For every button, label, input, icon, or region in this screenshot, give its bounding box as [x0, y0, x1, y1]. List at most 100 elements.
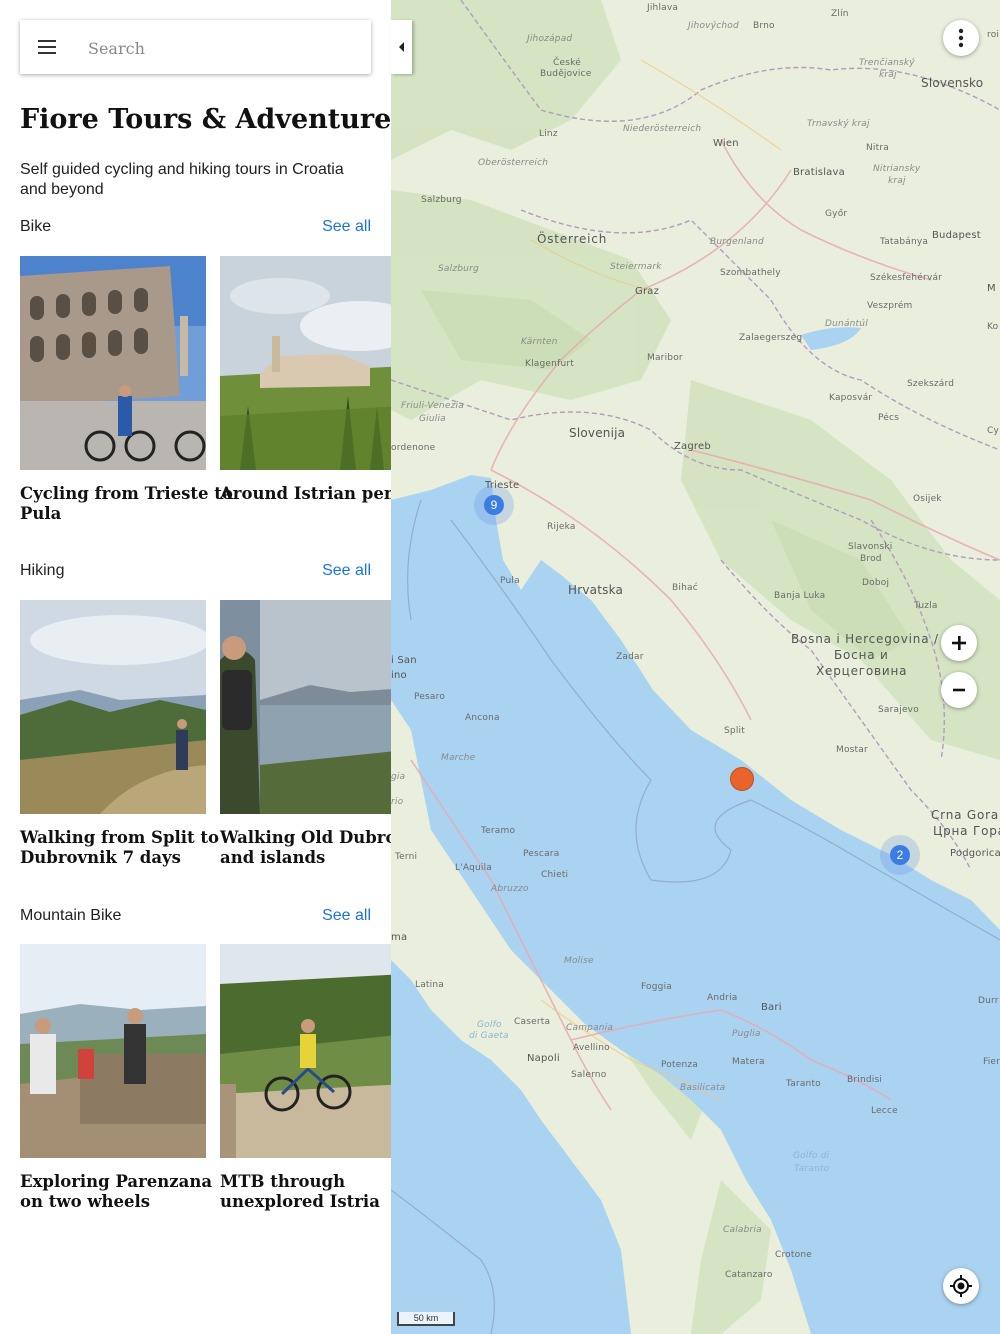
map-label: Bihać	[672, 583, 698, 593]
map-label: Pescara	[523, 849, 560, 859]
see-all-bike-link[interactable]: See all	[322, 218, 371, 236]
map-label: Oberösterreich	[478, 158, 549, 168]
map-label: Matera	[732, 1057, 765, 1067]
map-view[interactable]: Jihlava Zlín Jihovýchod Brno Jihozápad Č…	[391, 0, 1000, 1334]
section-header-bike: Bike See all	[20, 218, 371, 240]
collapse-panel-button[interactable]	[391, 20, 412, 74]
zoom-in-button[interactable]	[941, 625, 977, 661]
map-label: Zlín	[831, 9, 849, 19]
map-label: Golfo	[477, 1020, 502, 1030]
tour-photo	[20, 944, 206, 1158]
map-label: Fier	[983, 1057, 1000, 1067]
map-label: ordenone	[391, 443, 436, 453]
search-input[interactable]	[86, 34, 360, 62]
map-label: Dunántúl	[825, 319, 868, 329]
map-label: Calabria	[723, 1225, 762, 1235]
tour-title: Walking Old Dubrovnik and islands	[220, 828, 391, 867]
page-subtitle: Self guided cycling and hiking tours in …	[20, 161, 344, 198]
my-location-button[interactable]	[943, 1268, 979, 1304]
map-label: ino	[391, 670, 407, 681]
map-label: Campania	[566, 1023, 614, 1033]
map-label: Marche	[441, 753, 476, 763]
map-label: di Gaeta	[469, 1031, 509, 1041]
map-label: Ancona	[465, 713, 500, 723]
map-label: Kärnten	[521, 337, 558, 347]
map-label: Херцеговина	[816, 664, 908, 678]
map-label: Mostar	[836, 745, 868, 755]
map-cluster-marker[interactable]: 9	[474, 485, 514, 525]
tour-card[interactable]: Walking from Split to Dubrovnik 7 days	[20, 600, 220, 868]
map-label: Catanzaro	[725, 1270, 773, 1280]
tour-title: MTB through unexplored Istria	[220, 1172, 380, 1211]
tour-card[interactable]: MTB through unexplored Istria	[220, 944, 391, 1212]
map-label: Wien	[713, 138, 739, 149]
hamburger-menu-icon[interactable]	[38, 40, 56, 54]
map-label: gia	[391, 772, 406, 782]
map-label: Osijek	[913, 494, 942, 504]
map-label: Tuzla	[914, 601, 938, 611]
map-label: Molise	[564, 956, 594, 966]
map-label: Burgenland	[710, 237, 764, 247]
map-label: Caserta	[514, 1017, 551, 1027]
map-label: Црна Гора	[933, 824, 1000, 838]
tour-card[interactable]: Walking Old Dubrovnik and islands	[220, 600, 391, 868]
cluster-count: 2	[890, 845, 910, 865]
tour-title: Walking from Split to Dubrovnik 7 days	[20, 828, 220, 867]
map-label: kraj	[888, 176, 906, 186]
map-label: Pécs	[878, 413, 900, 423]
map-label: Steiermark	[610, 262, 662, 272]
map-label: Kaposvár	[829, 393, 873, 403]
map-label: ma	[391, 932, 408, 943]
map-label: Győr	[825, 209, 848, 219]
tour-title: Around Istrian peninsula	[220, 484, 391, 503]
tour-photo	[20, 256, 206, 470]
map-label: Trnavský kraj	[807, 119, 870, 129]
map-label: Lecce	[871, 1106, 898, 1116]
map-label: Zadar	[616, 652, 644, 662]
map-label: Foggia	[641, 982, 673, 992]
map-label: Latina	[415, 980, 444, 990]
tour-card[interactable]: Around Istrian peninsula	[220, 256, 391, 504]
map-label: Jihozápad	[527, 34, 573, 44]
map-label: Puglia	[732, 1029, 761, 1039]
map-label: Slovensko	[921, 76, 984, 90]
map-label: Doboj	[862, 578, 890, 588]
tour-title: Exploring Parenzana on two wheels	[20, 1172, 213, 1211]
map-label: Nitra	[866, 143, 889, 153]
map-label: Maribor	[647, 353, 683, 363]
map-label: L'Aquila	[455, 863, 493, 873]
map-label: Giulia	[419, 414, 446, 424]
map-label: Basilicata	[680, 1083, 726, 1093]
map-label: Chieti	[541, 870, 569, 880]
map-label: Budapest	[932, 230, 981, 241]
map-label: Friuli-Venezia	[401, 401, 464, 411]
map-label: Salzburg	[438, 264, 479, 274]
see-all-mountain-bike-link[interactable]: See all	[322, 907, 371, 925]
map-label: Durr	[978, 996, 999, 1006]
map-label: Teramo	[481, 826, 516, 836]
chevron-left-icon	[398, 42, 404, 52]
plus-icon	[952, 636, 966, 650]
tour-card[interactable]: Cycling from Trieste to Pula	[20, 256, 233, 524]
tour-photo	[220, 256, 391, 470]
map-label: Székesfehérvár	[870, 273, 943, 283]
map-label: Salerno	[571, 1070, 607, 1080]
map-label: Brno	[753, 21, 775, 31]
minus-icon	[953, 688, 965, 692]
map-label: Hrvatska	[568, 583, 624, 597]
tour-card[interactable]: Exploring Parenzana on two wheels	[20, 944, 213, 1212]
cluster-count: 9	[484, 495, 504, 515]
more-options-button[interactable]	[943, 20, 979, 56]
zoom-out-button[interactable]	[941, 672, 977, 708]
section-title: Bike	[20, 218, 52, 235]
map-label: Österreich	[537, 232, 608, 246]
see-all-hiking-link[interactable]: See all	[322, 562, 371, 580]
map-location-marker[interactable]	[730, 767, 754, 791]
map-label: Rijeka	[547, 522, 576, 532]
map-cluster-marker[interactable]: 2	[880, 835, 920, 875]
map-label: Trenčianský	[859, 58, 915, 68]
map-label: Taranto	[794, 1164, 830, 1174]
map-label: Veszprém	[867, 301, 913, 311]
map-scale-bar: 50 km	[397, 1312, 455, 1326]
map-label: Bosna i Hercegovina /	[791, 632, 939, 646]
